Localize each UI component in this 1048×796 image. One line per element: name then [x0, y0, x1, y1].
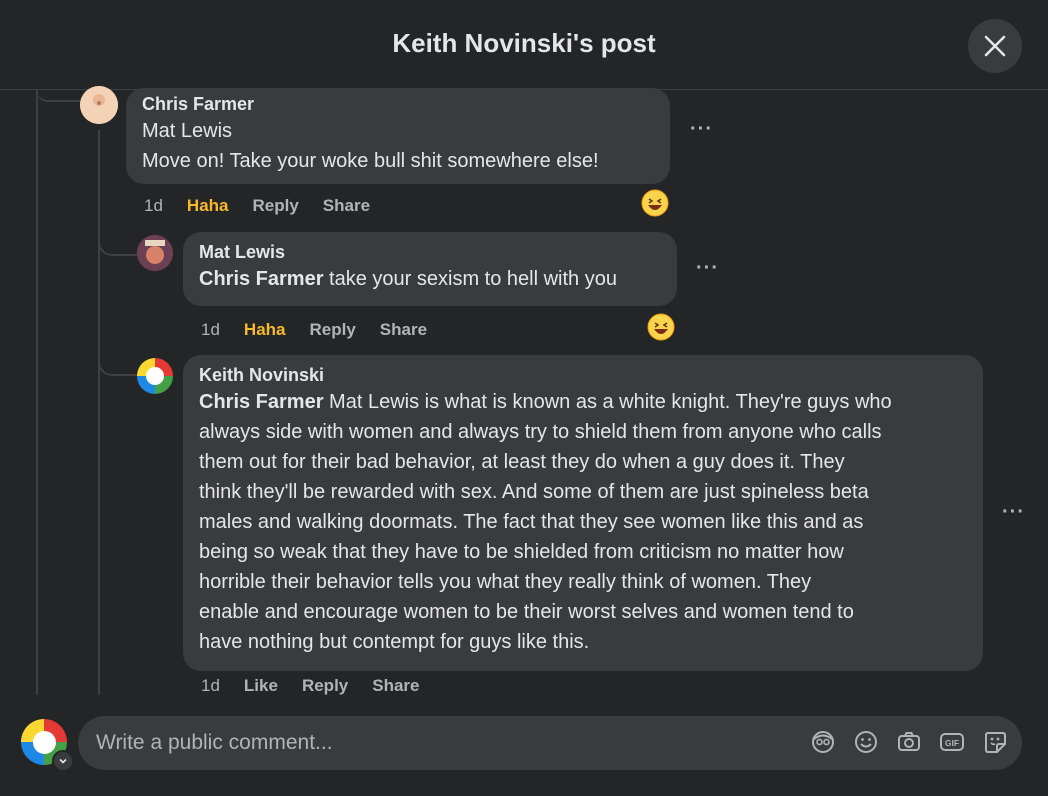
comment-text: Move on! Take your woke bull shit somewh… [142, 150, 599, 172]
comment-timestamp[interactable]: 1d [144, 195, 163, 217]
comment-more-button[interactable]: ··· [696, 257, 719, 280]
close-icon [984, 35, 1006, 57]
comment-line: them out for their bad behavior, at leas… [199, 451, 845, 473]
comment-actions: 1d Haha Reply Share [201, 319, 427, 341]
comment-input[interactable]: Write a public comment... [96, 731, 333, 755]
comment-actions: 1d Like Reply Share [201, 675, 420, 697]
comment-line: enable and encourage women to be their w… [199, 601, 854, 623]
comment-mention[interactable]: Chris Farmer [199, 391, 324, 413]
reply-button[interactable]: Reply [310, 319, 356, 341]
share-button[interactable]: Share [372, 675, 419, 697]
comment-author[interactable]: Keith Novinski [199, 363, 967, 387]
account-switcher-chevron-icon[interactable] [52, 750, 74, 772]
comment-line: Chris Farmer Mat Lewis is what is known … [199, 391, 892, 413]
reaction-button[interactable]: Haha [187, 195, 229, 217]
person-face-icon [80, 86, 118, 124]
comment-bubble: Chris Farmer Mat Lewis Move on! Take you… [126, 88, 670, 184]
comment-timestamp[interactable]: 1d [201, 319, 220, 341]
thread-line-inner [98, 130, 100, 695]
comment-line: males and walking doormats. The fact tha… [199, 511, 864, 533]
comment-text: Chris Farmer Mat Lewis is what is known … [199, 387, 967, 657]
avatar-sticker-icon[interactable] [810, 729, 836, 755]
comment-line: horrible their behavior tells you what t… [199, 571, 812, 593]
share-button[interactable]: Share [323, 195, 370, 217]
comment-body: take your sexism to hell with you [323, 268, 617, 290]
comment-text: Chris Farmer take your sexism to hell wi… [199, 264, 661, 294]
comment-line: think they'll be rewarded with sex. And … [199, 481, 869, 503]
like-button[interactable]: Like [244, 675, 278, 697]
comment-bubble: Mat Lewis Chris Farmer take your sexism … [183, 232, 677, 306]
comment-bubble: Keith Novinski Chris Farmer Mat Lewis is… [183, 355, 983, 671]
avatar[interactable] [80, 86, 118, 124]
comment-line: always side with women and always try to… [199, 421, 882, 443]
share-button[interactable]: Share [380, 319, 427, 341]
thread-connector-reply-1 [98, 232, 138, 256]
haha-reaction-icon[interactable] [647, 313, 675, 341]
thread-connector-reply-2 [98, 350, 138, 376]
comment-line: being so weak that they have to be shiel… [199, 541, 844, 563]
thread-line-outer [36, 90, 38, 695]
comment-actions: 1d Haha Reply Share [144, 195, 370, 217]
avatar[interactable] [137, 235, 173, 271]
dialog-title: Keith Novinski's post [392, 28, 656, 58]
comment-more-button[interactable]: ··· [1002, 501, 1025, 524]
comment-author[interactable]: Chris Farmer [142, 92, 654, 116]
comment-composer[interactable]: Write a public comment... GIF [78, 716, 1022, 770]
composer-icons: GIF [810, 729, 1008, 755]
close-button[interactable] [968, 19, 1022, 73]
dialog-header: Keith Novinski's post [0, 0, 1048, 90]
reply-button[interactable]: Reply [253, 195, 299, 217]
haha-reaction-icon[interactable] [641, 189, 669, 217]
comment-timestamp[interactable]: 1d [201, 675, 220, 697]
comment-line: have nothing but contempt for guys like … [199, 631, 590, 653]
camera-icon[interactable] [896, 729, 922, 755]
gif-icon[interactable]: GIF [939, 729, 965, 755]
thread-connector-top [36, 90, 82, 102]
comment-more-button[interactable]: ··· [690, 118, 713, 141]
comment-mention[interactable]: Chris Farmer [199, 268, 324, 290]
reply-button[interactable]: Reply [302, 675, 348, 697]
reaction-button[interactable]: Haha [244, 319, 286, 341]
avatar[interactable] [137, 358, 173, 394]
svg-text:GIF: GIF [945, 738, 959, 748]
emoji-icon[interactable] [853, 729, 879, 755]
comment-mention[interactable]: Mat Lewis [142, 116, 654, 146]
sticker-icon[interactable] [982, 729, 1008, 755]
profile-picture-icon [137, 235, 173, 271]
comment-author[interactable]: Mat Lewis [199, 240, 661, 264]
